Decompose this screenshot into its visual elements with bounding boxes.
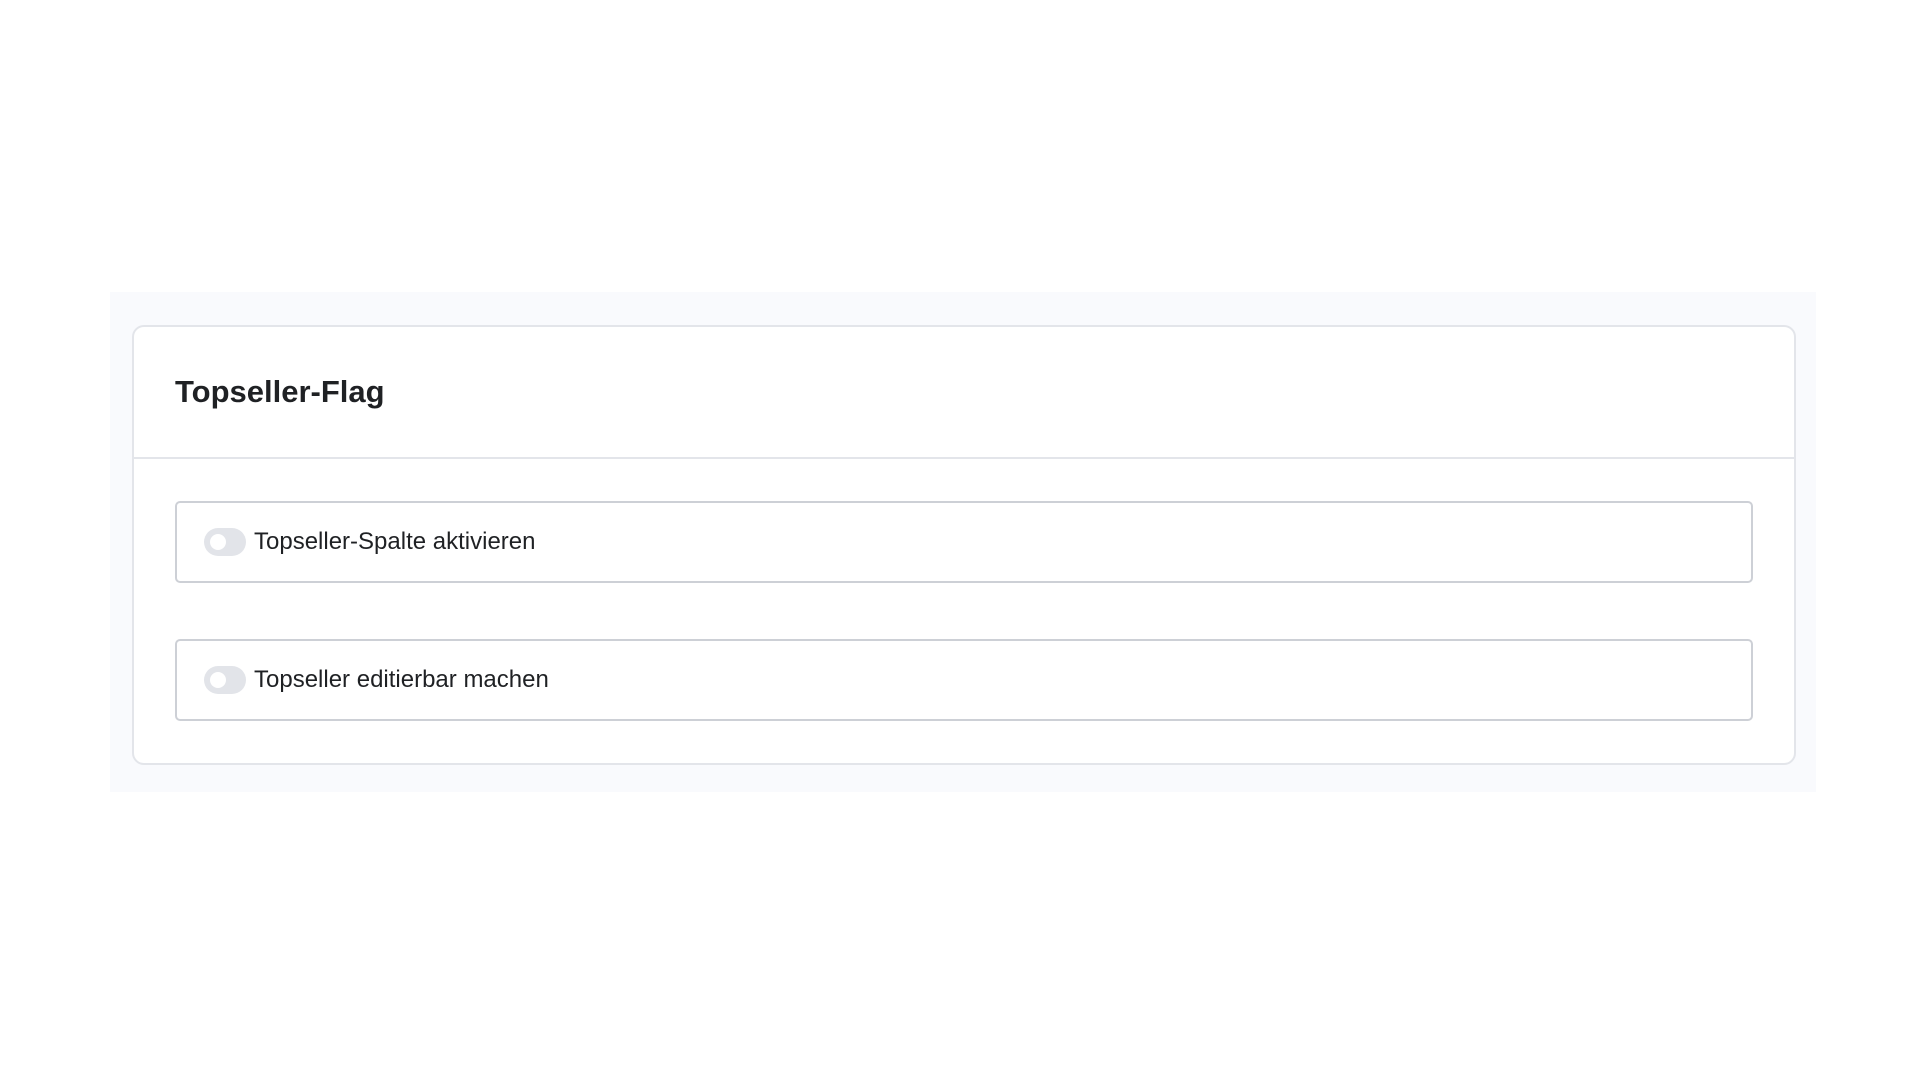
topseller-column-toggle[interactable] (204, 528, 246, 556)
card-title: Topseller-Flag (175, 374, 385, 409)
settings-panel: Topseller-Flag Topseller-Spalte aktivier… (110, 292, 1816, 792)
topseller-editable-label: Topseller editierbar machen (254, 666, 549, 693)
topseller-flag-card: Topseller-Flag Topseller-Spalte aktivier… (132, 325, 1796, 765)
card-header: Topseller-Flag (134, 327, 1794, 459)
card-body: Topseller-Spalte aktivieren Topseller ed… (134, 459, 1794, 721)
topseller-editable-option[interactable]: Topseller editierbar machen (175, 639, 1753, 721)
toggle-knob (210, 672, 226, 688)
toggle-knob (210, 534, 226, 550)
topseller-editable-toggle[interactable] (204, 666, 246, 694)
topseller-column-option[interactable]: Topseller-Spalte aktivieren (175, 501, 1753, 583)
topseller-column-label: Topseller-Spalte aktivieren (254, 528, 536, 555)
